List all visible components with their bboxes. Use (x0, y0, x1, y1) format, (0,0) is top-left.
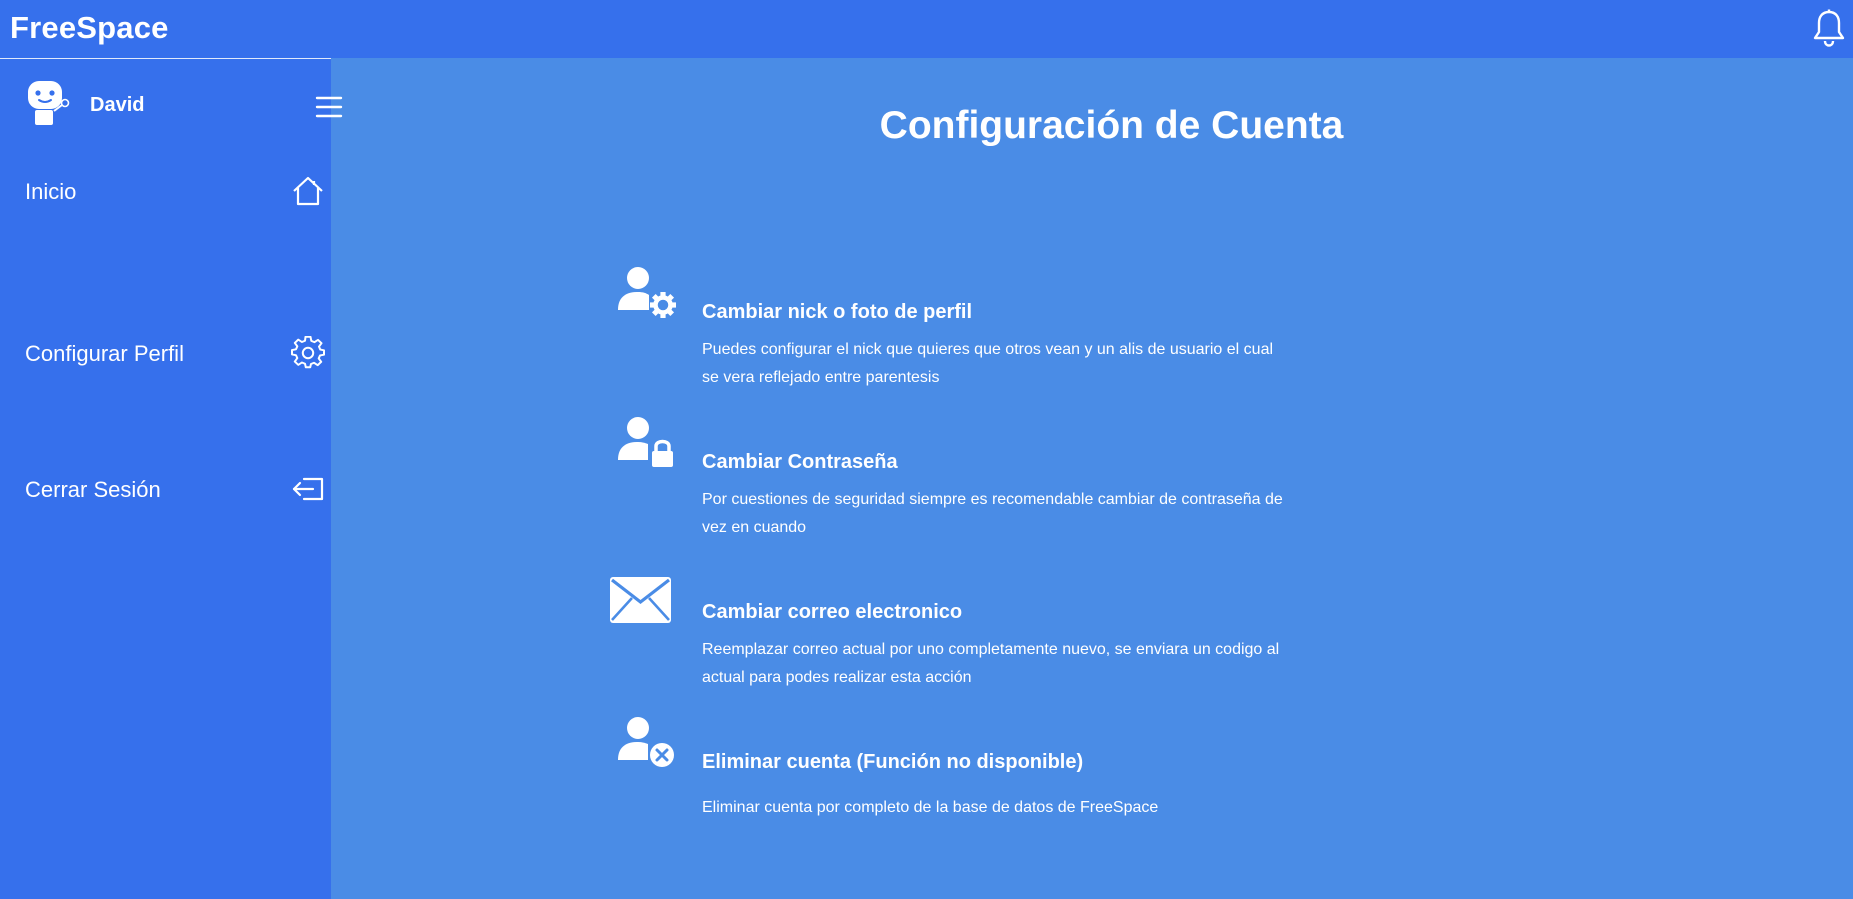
user-lock-icon (606, 408, 686, 488)
option-title: Cambiar Contraseña (702, 451, 898, 473)
option-change-password[interactable]: Cambiar Contraseña Por cuestiones de seg… (606, 394, 1566, 536)
logout-icon (291, 472, 325, 506)
page-title: Configuración de Cuenta (879, 104, 1344, 147)
sidebar-item-inicio[interactable]: Inicio (0, 169, 331, 217)
envelope-icon (600, 558, 680, 638)
option-description: Puedes configurar el nick que quieres qu… (702, 341, 1274, 386)
user-profile[interactable]: David (22, 77, 343, 131)
option-title: Eliminar cuenta (Función no disponible) (702, 751, 1084, 773)
sidebar-item-cerrar-sesion[interactable]: Cerrar Sesión (0, 467, 331, 515)
sidebar-item-label: Cerrar Sesión (25, 477, 161, 502)
option-change-nick[interactable]: Cambiar nick o foto de perfil Puedes con… (606, 244, 1566, 386)
robot-avatar-icon (22, 77, 74, 129)
sidebar-item-label: Inicio (25, 179, 77, 204)
option-title: Cambiar correo electronico (702, 601, 963, 623)
option-delete-account[interactable]: Eliminar cuenta (Función no disponible) … (606, 694, 1566, 816)
sidebar-item-configurar-perfil[interactable]: Configurar Perfil (0, 331, 331, 379)
user-name: David (90, 94, 145, 116)
bell-icon[interactable] (1811, 8, 1847, 48)
top-bar: FreeSpace (0, 0, 1853, 58)
option-description: Eliminar cuenta por completo de la base … (702, 799, 1159, 816)
user-remove-icon (606, 708, 686, 788)
home-icon (291, 174, 325, 208)
option-change-email[interactable]: Cambiar correo electronico Reemplazar co… (606, 544, 1566, 686)
option-title: Cambiar nick o foto de perfil (702, 301, 973, 323)
gear-icon (291, 335, 325, 370)
option-description: Por cuestiones de seguridad siempre es r… (702, 491, 1283, 536)
sidebar-item-label: Configurar Perfil (25, 341, 184, 366)
user-gear-icon (606, 258, 686, 338)
option-description: Reemplazar correo actual por uno complet… (702, 641, 1280, 686)
brand-logo[interactable]: FreeSpace (10, 10, 169, 46)
main-content: Configuración de Cuenta Cambiar nick o f… (331, 58, 1853, 899)
sidebar: David Inicio Configurar Perfil Cerrar Se… (0, 58, 343, 899)
